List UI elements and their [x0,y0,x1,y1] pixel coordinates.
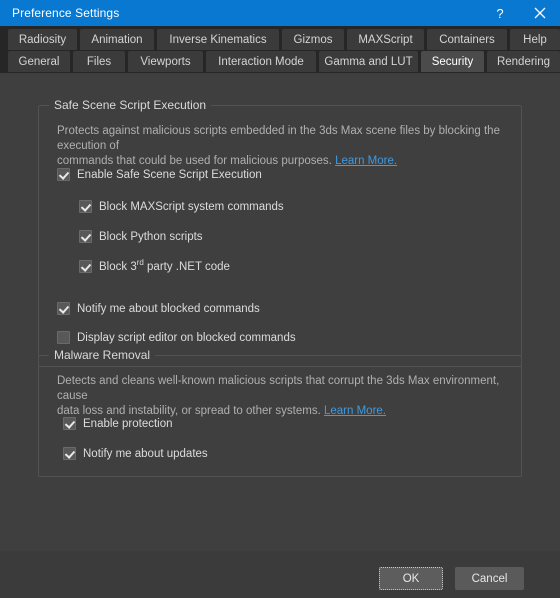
checkbox-block-python-scripts[interactable]: Block Python scripts [79,230,203,243]
tab-animation[interactable]: Animation [80,29,154,50]
malware-group-title: Malware Removal [49,348,156,362]
checkbox-box[interactable] [63,447,76,460]
tab-viewports[interactable]: Viewports [128,51,203,72]
checkbox-notify-updates[interactable]: Notify me about updates [63,447,208,460]
checkbox-label: Notify me about blocked commands [77,302,260,315]
checkbox-enable-protection[interactable]: Enable protection [63,417,173,430]
cancel-button[interactable]: Cancel [455,567,524,590]
checkbox-label: Enable Safe Scene Script Execution [77,168,262,181]
malware-description-line1: Detects and cleans well-known malicious … [57,375,500,402]
malware-removal-group: Malware Removal Detects and cleans well-… [38,348,522,477]
tab-containers[interactable]: Containers [427,29,507,50]
tab-strip: Radiosity Animation Inverse Kinematics Gizm… [0,26,560,73]
checkbox-box[interactable] [63,417,76,430]
checkbox-block-third-party-dotnet-code[interactable]: Block 3rd party .NET code [79,257,230,273]
checkbox-box[interactable] [57,302,70,315]
tab-radiosity[interactable]: Radiosity [8,29,77,50]
tab-inverse-kinematics[interactable]: Inverse Kinematics [157,29,279,50]
tab-general[interactable]: General [8,51,70,72]
checkbox-label: Notify me about updates [83,447,208,460]
tab-rendering[interactable]: Rendering [487,51,560,72]
tab-help[interactable]: Help [510,29,560,50]
tab-gizmos[interactable]: Gizmos [282,29,344,50]
tab-maxscript[interactable]: MAXScript [347,29,424,50]
checkbox-block-maxscript-system-commands[interactable]: Block MAXScript system commands [79,200,284,213]
tab-row-2: General Files Viewports Interaction Mode Gam… [0,51,560,72]
tab-gamma-and-lut[interactable]: Gamma and LUT [319,51,418,72]
preference-settings-window: Preference Settings ? Radiosity Animation… [0,0,560,598]
tab-files[interactable]: Files [73,51,125,72]
safe-scene-description-line1: Protects against malicious scripts embed… [57,125,500,152]
safe-scene-group-title: Safe Scene Script Execution [49,98,212,112]
checkbox-label-prefix: Block 3 [99,260,137,273]
close-icon[interactable] [520,0,560,26]
safe-scene-learn-more-link[interactable]: Learn More. [335,155,397,167]
checkbox-label: Block MAXScript system commands [99,200,284,213]
ok-button[interactable]: OK [379,567,443,590]
checkbox-label-ordinal-suffix: rd [136,257,144,267]
checkbox-enable-safe-scene-script-execution[interactable]: Enable Safe Scene Script Execution [57,168,262,181]
tab-row-1: Radiosity Animation Inverse Kinematics Gizm… [0,29,560,50]
safe-scene-description-line2: commands that could be used for maliciou… [57,155,332,167]
security-panel: Safe Scene Script Execution Protects aga… [0,73,560,551]
checkbox-box[interactable] [57,331,70,344]
checkbox-display-script-editor[interactable]: Display script editor on blocked command… [57,331,296,344]
checkbox-box[interactable] [79,260,92,273]
checkbox-box[interactable] [79,230,92,243]
safe-scene-description: Protects against malicious scripts embed… [57,124,509,169]
window-title: Preference Settings [12,6,120,20]
malware-learn-more-link[interactable]: Learn More. [324,405,386,417]
checkbox-label: Block 3rd party .NET code [99,257,230,273]
checkbox-notify-blocked-commands[interactable]: Notify me about blocked commands [57,302,260,315]
help-icon[interactable]: ? [480,0,520,26]
titlebar: Preference Settings ? [0,0,560,26]
checkbox-box[interactable] [79,200,92,213]
checkbox-label-suffix: party .NET code [143,260,230,273]
malware-description: Detects and cleans well-known malicious … [57,374,509,419]
tab-interaction-mode[interactable]: Interaction Mode [206,51,316,72]
checkbox-label: Block Python scripts [99,230,203,243]
safe-scene-script-execution-group: Safe Scene Script Execution Protects aga… [38,98,522,367]
checkbox-label: Display script editor on blocked command… [77,331,296,344]
malware-description-line2: data loss and instability, or spread to … [57,405,321,417]
checkbox-label: Enable protection [83,417,173,430]
checkbox-box[interactable] [57,168,70,181]
tab-security[interactable]: Security [421,51,484,72]
